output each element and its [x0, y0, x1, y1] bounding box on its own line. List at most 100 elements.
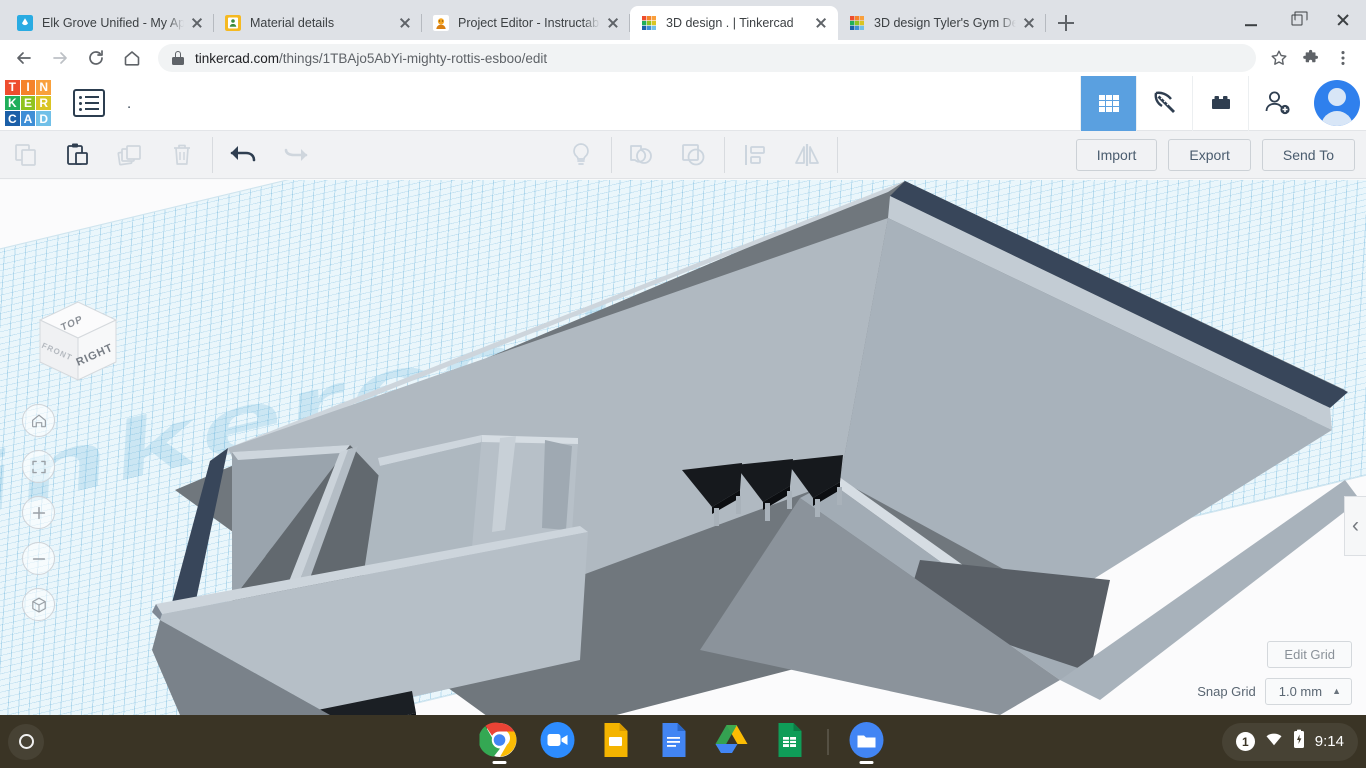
google-sheets-icon[interactable] [770, 720, 810, 764]
shelf-divider [827, 728, 829, 755]
panel-collapse-handle[interactable]: ‹ [1344, 496, 1366, 556]
tinkercad-header: T I N K E R C A D . [0, 76, 1366, 131]
logo-tile-t: T [5, 80, 20, 95]
lego-brick-icon[interactable] [1192, 76, 1248, 131]
google-docs-icon[interactable] [654, 720, 694, 764]
instructables-icon [433, 15, 449, 31]
browser-tab-1[interactable]: Material details [214, 6, 422, 40]
logo-tile-d: D [36, 111, 51, 126]
redo-icon [269, 131, 321, 179]
browser-tab-0[interactable]: Elk Grove Unified - My Apps [6, 6, 214, 40]
toolbar-divider [610, 136, 612, 173]
copy-icon [0, 131, 52, 179]
ungroup-icon [668, 131, 720, 179]
logo-tile-a: A [20, 111, 36, 126]
zoom-icon[interactable] [538, 720, 578, 764]
tab-title: 3D design Tyler's Gym Desi [874, 16, 1016, 30]
close-icon[interactable] [604, 14, 622, 32]
add-person-icon[interactable] [1248, 76, 1304, 131]
three-dot-menu-icon[interactable] [1328, 43, 1358, 73]
fit-to-view-icon[interactable] [22, 450, 55, 483]
running-indicator [859, 760, 874, 764]
close-icon[interactable] [396, 14, 414, 32]
edit-grid-button[interactable]: Edit Grid [1267, 641, 1352, 668]
note-bulb-icon [555, 131, 607, 179]
chrome-browser-window: Elk Grove Unified - My Apps Material det… [0, 0, 1366, 715]
clock: 9:14 [1314, 733, 1344, 750]
toolbar-divider [212, 136, 213, 173]
files-icon[interactable] [847, 720, 887, 764]
minimize-icon[interactable] [1228, 0, 1274, 40]
browser-tab-3[interactable]: 3D design . | Tinkercad [630, 6, 838, 40]
tinkercad-logo[interactable]: T I N K E R C A D [5, 80, 51, 126]
window-controls [1228, 0, 1366, 40]
chevron-up-icon: ▲ [1332, 686, 1341, 696]
avatar[interactable] [1314, 80, 1360, 126]
wifi-icon [1265, 730, 1283, 753]
browser-toolbar: tinkercad.com/things/1TBAjo5AbYi-mighty-… [0, 40, 1366, 76]
close-icon[interactable] [812, 14, 830, 32]
snap-grid-value: 1.0 mm [1278, 684, 1323, 699]
tab-title: Material details [250, 16, 335, 30]
align-icon [729, 131, 781, 179]
list-menu-icon[interactable] [73, 89, 105, 117]
notification-count-badge: 1 [1235, 732, 1255, 751]
duplicate-icon [104, 131, 156, 179]
browser-toolbar-actions [1262, 43, 1358, 73]
close-icon[interactable] [188, 14, 206, 32]
undo-icon[interactable] [217, 131, 269, 179]
maximize-icon[interactable] [1274, 0, 1320, 40]
address-bar[interactable]: tinkercad.com/things/1TBAjo5AbYi-mighty-… [158, 44, 1256, 72]
zoom-in-icon[interactable] [22, 496, 55, 529]
toolbar-divider [836, 136, 838, 173]
send-to-button[interactable]: Send To [1261, 138, 1355, 171]
zoom-out-icon[interactable] [22, 542, 55, 575]
3d-model-gym-building[interactable] [0, 180, 1366, 715]
shelf-app-list [478, 720, 887, 764]
snap-grid-label: Snap Grid [1197, 684, 1256, 699]
back-arrow-icon[interactable] [8, 42, 40, 74]
battery-icon [1293, 729, 1305, 754]
perspective-toggle-icon[interactable] [22, 588, 55, 621]
minecraft-pickaxe-icon[interactable] [1136, 76, 1192, 131]
logo-tile-i: I [20, 80, 36, 95]
home-icon[interactable] [116, 42, 148, 74]
grid-controls: Edit Grid Snap Grid 1.0 mm ▲ [1197, 641, 1352, 705]
star-icon[interactable] [1264, 43, 1294, 73]
google-slides-icon[interactable] [596, 720, 636, 764]
lock-icon [172, 51, 184, 65]
reload-icon[interactable] [80, 42, 112, 74]
running-indicator [492, 760, 507, 764]
design-title[interactable]: . [127, 95, 131, 112]
tinkercad-icon [849, 15, 865, 31]
puzzle-icon[interactable] [1296, 43, 1326, 73]
new-tab-button[interactable] [1052, 9, 1080, 37]
blocks-grid-icon[interactable] [1080, 76, 1136, 131]
view-orientation-cube[interactable]: TOP RIGHT FRONT [26, 284, 126, 394]
delete-icon [156, 131, 208, 179]
import-button[interactable]: Import [1075, 138, 1158, 171]
logo-tile-n: N [36, 80, 51, 95]
snap-grid-select[interactable]: 1.0 mm ▲ [1264, 678, 1352, 705]
chromeos-shelf: 1 9:14 [0, 715, 1366, 768]
toolbar-action-buttons: Import Export Send To [1075, 138, 1366, 171]
tinkercad-toolbar: Import Export Send To [0, 131, 1366, 179]
tinkercad-icon [641, 15, 657, 31]
url-host: tinkercad.com [195, 50, 280, 66]
browser-tab-4[interactable]: 3D design Tyler's Gym Desi [838, 6, 1046, 40]
3d-viewport[interactable]: Tinkercad [0, 180, 1366, 715]
close-icon[interactable] [1020, 14, 1038, 32]
export-button[interactable]: Export [1168, 138, 1251, 171]
paste-icon[interactable] [52, 131, 104, 179]
toolbar-shape-tools [555, 131, 842, 179]
system-status-tray[interactable]: 1 9:14 [1221, 722, 1358, 761]
close-icon[interactable] [1320, 0, 1366, 40]
home-view-icon[interactable] [22, 404, 55, 437]
logo-tile-k: K [5, 95, 20, 111]
url-path: /things/1TBAjo5AbYi-mighty-rottis-esboo/… [279, 50, 548, 66]
forward-arrow-icon[interactable] [44, 42, 76, 74]
browser-tab-2[interactable]: Project Editor - Instructable [422, 6, 630, 40]
launcher-icon[interactable] [8, 723, 44, 760]
google-drive-icon[interactable] [712, 720, 752, 764]
chrome-icon[interactable] [478, 720, 520, 764]
